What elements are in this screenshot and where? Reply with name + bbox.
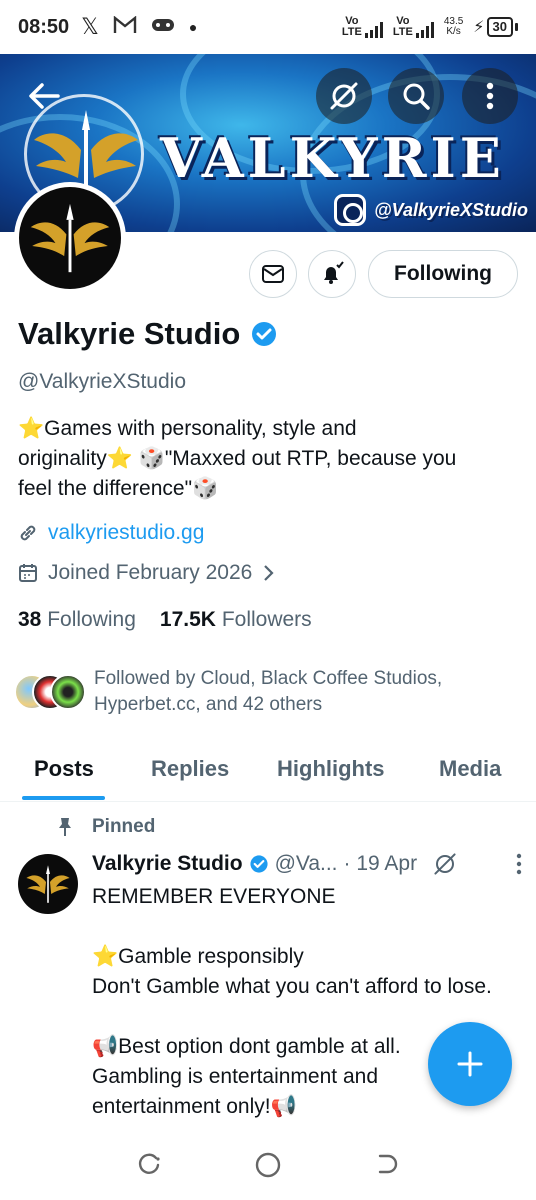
envelope-icon [262, 265, 284, 283]
gmail-icon [113, 14, 137, 40]
active-tab-indicator [22, 796, 105, 800]
system-nav-bar [0, 1130, 536, 1200]
tab-media[interactable]: Media [439, 756, 501, 782]
profile-name: Valkyrie Studio [18, 316, 278, 352]
bell-check-icon [324, 261, 344, 284]
status-bar: 08:50 𝕏 ● Vo LTE Vo LTE 43.5 K/s ⚡ 30 [0, 0, 536, 54]
signal-1: Vo LTE [342, 16, 383, 38]
post-text: REMEMBER EVERYONE ⭐Gamble responsibly Do… [92, 885, 492, 1118]
avatar-logo-icon [26, 865, 70, 903]
profile-joined[interactable]: Joined February 2026 [18, 561, 274, 585]
status-time: 08:50 [18, 15, 70, 38]
banner-title: VALKYRIE [160, 126, 505, 190]
tab-posts[interactable]: Posts [34, 756, 94, 782]
grok-icon[interactable] [433, 852, 457, 876]
profile-handle: @ValkyrieXStudio [18, 370, 186, 393]
plus-icon [457, 1051, 483, 1077]
profile-bio: ⭐Games with personality, style and origi… [18, 417, 457, 500]
more-options-button[interactable] [462, 68, 518, 124]
following-button[interactable]: Following [368, 250, 518, 298]
notifications-button[interactable] [308, 250, 356, 298]
battery-icon: ⚡ 30 [473, 17, 518, 37]
mutual-avatar [50, 674, 86, 710]
notification-dot-icon: ● [188, 19, 198, 35]
banner-instagram-tag: @ValkyrieXStudio [334, 194, 528, 226]
avatar-logo-icon [30, 203, 110, 273]
profile-tabs: Posts Replies Highlights Media [0, 740, 536, 802]
post-date: · 19 Apr [343, 852, 418, 875]
back-nav-icon[interactable] [374, 1152, 400, 1178]
verified-badge-icon [249, 855, 268, 873]
pin-icon [59, 818, 71, 836]
post-author-name[interactable]: Valkyrie Studio [92, 852, 243, 876]
post-author-handle: @Va... [274, 852, 338, 875]
arrow-left-icon [29, 83, 60, 109]
grok-icon [330, 82, 358, 110]
following-count-link[interactable]: 38 Following [18, 608, 136, 632]
compose-post-button[interactable] [428, 1022, 512, 1106]
more-vertical-icon [486, 82, 494, 110]
instagram-icon [334, 194, 367, 226]
back-button[interactable] [22, 74, 66, 118]
more-vertical-icon[interactable] [516, 853, 522, 875]
x-app-icon: 𝕏 [81, 14, 99, 39]
profile-stats: 38 Following 17.5K Followers [18, 608, 312, 632]
search-icon [403, 83, 430, 110]
recents-icon[interactable] [136, 1152, 162, 1178]
home-icon[interactable] [254, 1151, 282, 1179]
pinned-indicator: Pinned [56, 816, 155, 838]
link-icon [20, 525, 36, 541]
followers-count-link[interactable]: 17.5K Followers [160, 608, 312, 632]
verified-badge-icon [252, 322, 277, 346]
tab-replies[interactable]: Replies [151, 756, 229, 782]
tab-highlights[interactable]: Highlights [277, 756, 385, 782]
post-header: Valkyrie Studio @Va... · 19 Apr [92, 852, 522, 876]
chevron-right-icon [264, 565, 274, 581]
followed-by-row[interactable]: Followed by Cloud, Black Coffee Studios,… [14, 666, 514, 718]
network-speed: 43.5 K/s [443, 16, 464, 37]
profile-avatar[interactable] [14, 182, 126, 294]
search-button[interactable] [388, 68, 444, 124]
message-button[interactable] [249, 250, 297, 298]
gamepad-icon [151, 14, 175, 40]
calendar-icon [19, 564, 37, 582]
grok-button[interactable] [316, 68, 372, 124]
followed-by-text: Followed by Cloud, Black Coffee Studios,… [94, 668, 443, 715]
post-author-avatar[interactable] [18, 854, 78, 914]
profile-website-link[interactable]: valkyriestudio.gg [18, 521, 204, 545]
signal-2: Vo LTE [393, 16, 434, 38]
mutual-avatars [14, 674, 86, 714]
